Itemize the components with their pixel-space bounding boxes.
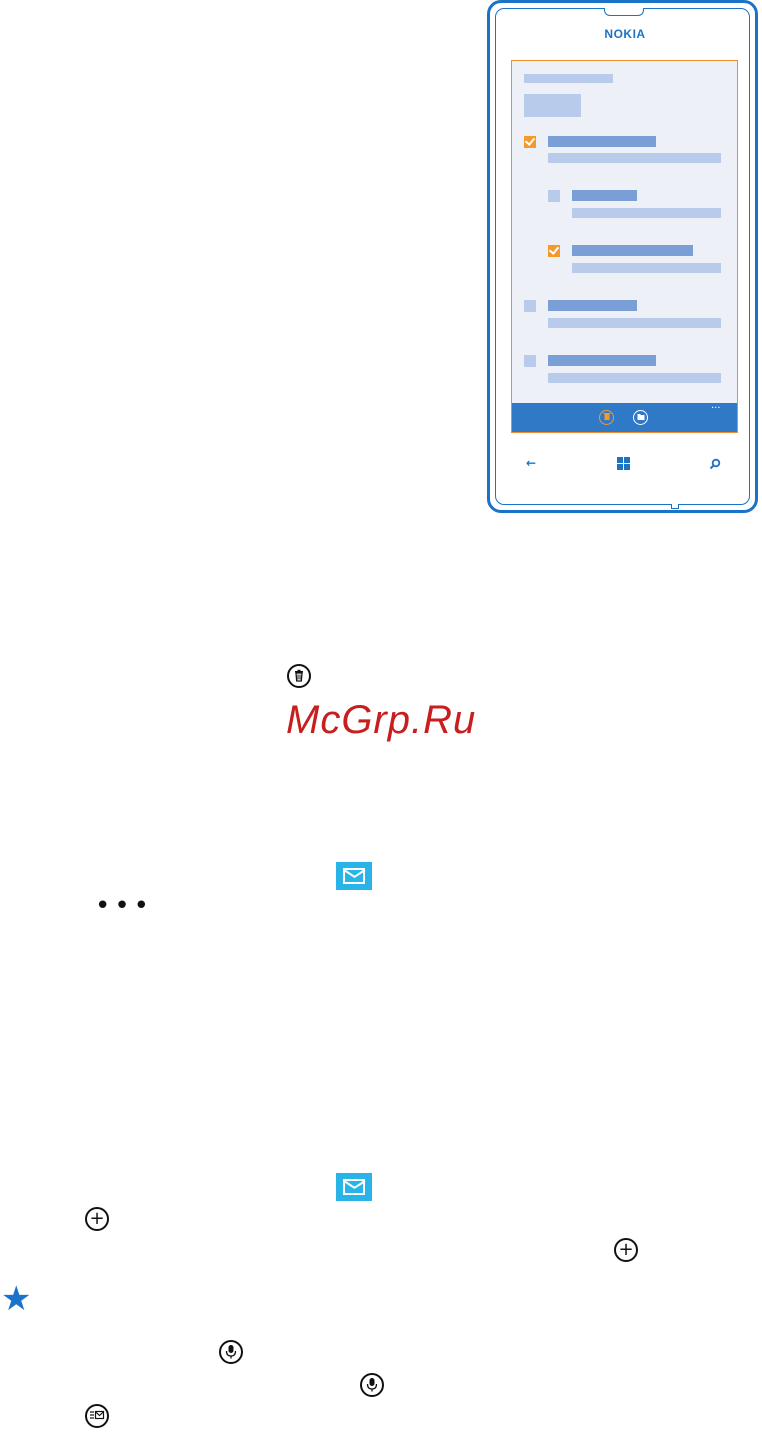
checkbox-checked[interactable] xyxy=(524,136,536,148)
screen-title-placeholder xyxy=(524,74,613,83)
microphone-icon xyxy=(219,1340,243,1364)
checkbox-unchecked[interactable] xyxy=(548,190,560,202)
list-item-title xyxy=(548,300,637,311)
plus-icon: + xyxy=(614,1238,638,1262)
search-icon[interactable] xyxy=(709,458,721,470)
list-item-subtitle xyxy=(548,153,721,163)
list-item-subtitle xyxy=(548,373,721,383)
phone-brand-logo: NOKIA xyxy=(604,27,646,41)
checkbox-checked[interactable] xyxy=(548,245,560,257)
move-folder-icon[interactable] xyxy=(633,410,648,425)
microphone-icon xyxy=(360,1373,384,1397)
phone-bottom-connector xyxy=(671,504,679,509)
phone-app-bar xyxy=(512,403,737,432)
list-item-title xyxy=(548,136,656,147)
windows-start-icon[interactable] xyxy=(617,457,631,471)
list-item-subtitle xyxy=(548,318,721,328)
trash-icon xyxy=(287,664,311,688)
more-dots-icon[interactable]: ... xyxy=(711,400,721,411)
star-icon: ★ xyxy=(1,1279,32,1319)
mail-tile-icon xyxy=(336,1173,372,1201)
phone-earpiece xyxy=(604,8,644,16)
checkbox-unchecked[interactable] xyxy=(524,355,536,367)
checkbox-unchecked[interactable] xyxy=(524,300,536,312)
list-item-title xyxy=(548,355,656,366)
list-item-title xyxy=(572,245,693,256)
plus-icon: + xyxy=(85,1207,109,1231)
list-item-title xyxy=(572,190,637,201)
watermark-text: McGrp.Ru xyxy=(286,698,477,742)
back-arrow-icon[interactable]: ← xyxy=(526,456,536,470)
dictated-message-icon xyxy=(85,1404,109,1428)
more-dots-icon: ••• xyxy=(95,891,154,921)
trash-icon[interactable] xyxy=(599,410,614,425)
list-item-subtitle xyxy=(572,208,721,218)
list-item-subtitle xyxy=(572,263,721,273)
screen-heading-placeholder xyxy=(524,94,581,117)
mail-tile-icon xyxy=(336,862,372,890)
